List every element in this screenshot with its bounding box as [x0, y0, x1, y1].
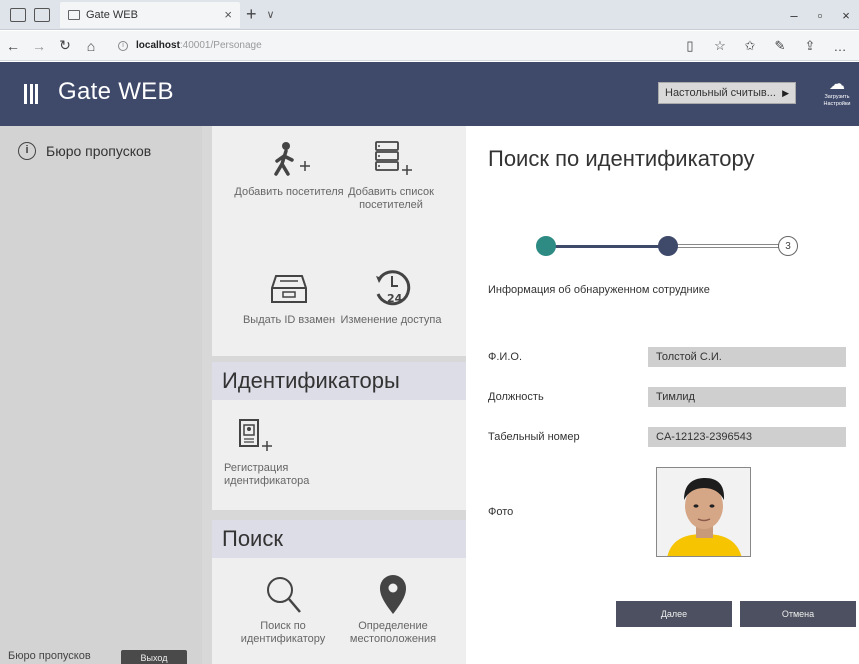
maximize-button[interactable]: ▫ [807, 8, 833, 23]
add-visitor-tile[interactable]: Добавить посетителя [234, 138, 344, 199]
share-icon[interactable]: ⇪ [795, 38, 825, 54]
reader-select-value: Настольный считыв... [665, 87, 776, 99]
play-arrow-icon: ▶ [782, 87, 789, 98]
reading-view-icon[interactable]: ▯ [675, 38, 705, 54]
location-pin-icon [338, 572, 448, 616]
field-value: CA-12123-2396543 [648, 427, 846, 447]
app-header: Gate WEB Настольный считыв... ▶ ☁ Загруз… [0, 62, 859, 126]
hamburger-menu-icon[interactable] [24, 84, 38, 104]
photo-label: Фото [488, 506, 514, 518]
tab-actions-icon[interactable] [10, 7, 26, 22]
more-options-icon[interactable]: … [825, 39, 855, 54]
wizard-stepper: 1 2 3 [536, 236, 802, 256]
svg-text:24: 24 [387, 292, 403, 305]
left-sidebar: i Бюро пропусков Бюро пропусков Выход [0, 126, 202, 664]
search-result-panel: Поиск по идентификатору 1 2 3 Информация… [466, 126, 859, 664]
favorite-star-icon[interactable]: ☆ [705, 38, 735, 54]
url-field[interactable]: i localhost :40001/Personage [118, 40, 538, 51]
stepper-line-done [550, 245, 670, 248]
badge-plus-icon [224, 414, 344, 458]
location-label: Определение местоположения [349, 620, 437, 645]
tab-preview-icon[interactable] [34, 7, 50, 22]
forward-icon[interactable]: → [26, 38, 52, 54]
info-circle-icon: i [18, 142, 36, 160]
inbox-tray-icon [234, 266, 344, 310]
add-visitor-label: Добавить посетителя [234, 186, 344, 198]
change-access-label: Изменение доступа [340, 314, 442, 326]
issue-replacement-id-tile[interactable]: Выдать ID взамен [234, 266, 344, 327]
tab-favicon-icon [68, 9, 80, 20]
field-label: Табельный номер [488, 431, 580, 443]
home-icon[interactable]: ⌂ [78, 38, 104, 54]
field-value: Толстой С.И. [648, 347, 846, 367]
field-personnel-number: Табельный номер CA-12123-2396543 [488, 427, 848, 449]
search-by-identifier-label: Поиск по идентификатору [240, 620, 326, 645]
sidebar-item-pass-office[interactable]: i Бюро пропусков [18, 142, 151, 160]
minimize-button[interactable]: – [781, 8, 807, 23]
actions-panel: Добавить посетителя Добавить список посе… [202, 126, 466, 664]
browser-address-bar: ← → ↻ ⌂ i localhost :40001/Personage ▯ ☆… [0, 31, 859, 61]
search-by-identifier-tile[interactable]: Поиск по идентификатору [228, 572, 338, 646]
location-tile[interactable]: Определение местоположения [338, 572, 448, 646]
app-window: Gate WEB × + ∨ – ▫ × ← → ↻ ⌂ i localhost… [0, 0, 859, 664]
app-title: Gate WEB [58, 78, 174, 105]
url-host: localhost [136, 40, 180, 51]
tab-title: Gate WEB [86, 8, 138, 21]
change-access-tile[interactable]: 24 Изменение доступа [336, 266, 446, 327]
cloud-upload-icon: ☁ [829, 76, 845, 93]
close-window-button[interactable]: × [833, 8, 859, 23]
tab-close-icon[interactable]: × [224, 7, 232, 22]
reader-select[interactable]: Настольный считыв... ▶ [658, 82, 796, 104]
field-value: Тимлид [648, 387, 846, 407]
back-icon[interactable]: ← [0, 38, 26, 54]
list-plus-icon [336, 138, 446, 182]
step-3: 3 [778, 236, 798, 256]
step-2: 2 [658, 236, 678, 256]
upload-settings-label-2: Настройки [823, 101, 851, 107]
url-path: :40001/Personage [179, 40, 262, 51]
next-button[interactable]: Далее [616, 601, 732, 627]
tab-dropdown-icon[interactable]: ∨ [267, 8, 275, 21]
sidebar-item-label: Бюро пропусков [46, 143, 152, 159]
section-identifiers-heading: Идентификаторы [212, 362, 466, 400]
clock-24-icon: 24 [336, 266, 446, 310]
walking-person-plus-icon [234, 138, 344, 182]
window-controls: – ▫ × [781, 0, 859, 30]
employee-photo [656, 467, 751, 557]
refresh-icon[interactable]: ↻ [52, 37, 78, 54]
exit-button[interactable]: Выход [121, 650, 187, 664]
field-fullname: Ф.И.О. Толстой С.И. [488, 347, 848, 369]
register-identifier-tile[interactable]: Регистрация идентификатора [224, 414, 344, 488]
register-identifier-label: Регистрация идентификатора [224, 462, 310, 487]
issue-replacement-id-label: Выдать ID взамен [242, 314, 336, 326]
browser-tab[interactable]: Gate WEB × [60, 1, 240, 28]
cancel-button[interactable]: Отмена [740, 601, 856, 627]
add-visitor-list-tile[interactable]: Добавить список посетителей [336, 138, 446, 212]
browser-toolbar-right: ▯ ☆ ✩ ✎ ⇪ … [675, 31, 855, 61]
favorites-list-icon[interactable]: ✩ [735, 38, 765, 54]
field-position: Должность Тимлид [488, 387, 848, 409]
add-visitor-list-label: Добавить список посетителей [348, 186, 434, 211]
new-tab-button[interactable]: + [246, 4, 257, 25]
section-search-heading: Поиск [212, 520, 466, 558]
notes-pen-icon[interactable]: ✎ [765, 38, 795, 54]
browser-tab-bar: Gate WEB × + ∨ – ▫ × [0, 0, 859, 30]
employee-info-text: Информация об обнаруженном сотруднике [488, 284, 710, 296]
upload-settings-button[interactable]: ☁ Загрузить Настройки [818, 76, 856, 108]
field-label: Ф.И.О. [488, 351, 522, 363]
stepper-line-pending [670, 244, 788, 248]
step-1: 1 [536, 236, 556, 256]
field-label: Должность [488, 391, 544, 403]
site-info-icon[interactable]: i [118, 40, 128, 51]
sidebar-footer-label: Бюро пропусков [8, 650, 91, 662]
upload-settings-label-1: Загрузить [824, 94, 850, 100]
page-title: Поиск по идентификатору [488, 146, 755, 171]
magnifier-icon [228, 572, 338, 616]
